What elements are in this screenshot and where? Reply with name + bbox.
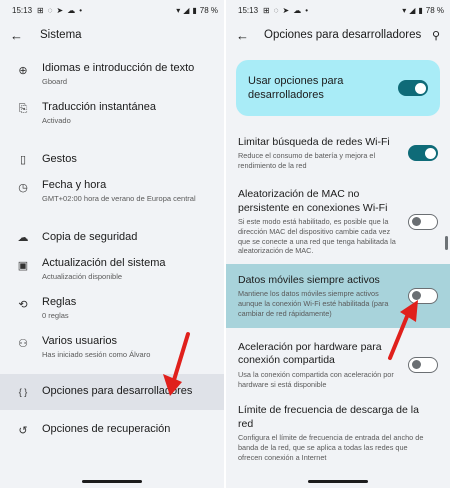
nav-gesture-bar[interactable]	[308, 480, 368, 483]
item-label: Varios usuarios	[42, 335, 117, 347]
item-label: Actualización del sistema	[42, 257, 166, 269]
settings-item-idiomas[interactable]: ⊕ Idiomas e introducción de texto Gboard	[0, 62, 224, 101]
item-label: Opciones de recuperación	[42, 423, 171, 436]
item-label: Reglas	[42, 296, 77, 308]
limitar-wifi-toggle[interactable]	[408, 145, 438, 161]
battery-level: 78 %	[199, 5, 218, 15]
right-screen: 15:13 ⊞ ◌ ➤ ☁ • ▾ ◢ ▮ 78 % ← Opciones pa…	[226, 0, 450, 488]
item-label: Límite de frecuencia de descarga de la r…	[238, 404, 419, 430]
rules-icon: ⟲	[18, 299, 28, 311]
item-sub: Activado	[42, 115, 71, 125]
item-sub: Mantiene los datos móviles siempre activ…	[238, 289, 389, 318]
scrollbar[interactable]	[445, 236, 448, 250]
settings-item-actualizacion[interactable]: ▣ Actualización del sistema Actualizació…	[0, 257, 224, 296]
clock-icon: ◷	[18, 182, 28, 194]
history-icon: ↺	[18, 424, 28, 437]
item-label: Fecha y hora	[42, 179, 107, 191]
signal-icon: ◢	[409, 5, 416, 15]
dot-icon: •	[79, 5, 83, 15]
status-bar: 15:13 ⊞ ◌ ➤ ☁ • ▾ ◢ ▮ 78 %	[226, 0, 450, 20]
whatsapp-icon: ◌	[273, 5, 279, 15]
battery-level: 78 %	[425, 5, 444, 15]
item-label: Idiomas e introducción de texto	[42, 62, 195, 74]
item-sub: Reduce el consumo de batería y mejora el…	[238, 151, 376, 170]
translate-icon: ⎘	[18, 103, 28, 115]
status-time: 15:13	[238, 5, 259, 15]
telegram-icon: ➤	[282, 5, 290, 15]
red-arrow-annotation	[388, 300, 418, 360]
developer-options-banner[interactable]: Usar opciones para desarrolladores	[236, 60, 440, 116]
page-title: Sistema	[40, 29, 82, 41]
item-label: Datos móviles siempre activos	[238, 273, 380, 286]
status-time: 15:13	[12, 5, 33, 15]
dot-icon: •	[305, 5, 309, 15]
red-arrow-annotation	[163, 332, 190, 396]
item-sub: Si este modo está habilitado, es posible…	[238, 217, 396, 256]
item-sub: Gboard	[42, 76, 68, 86]
item-label: Gestos	[42, 152, 77, 165]
system-update-icon: ▣	[17, 260, 29, 272]
item-sub: Actualización disponible	[42, 271, 123, 281]
cloud-upload-icon: ☁	[17, 232, 29, 244]
notification-icons: ⊞ ◌ ➤ ☁ •	[37, 6, 82, 15]
gesture-phone-icon: ▯	[19, 154, 27, 166]
settings-item-recuperacion[interactable]: ↺ Opciones de recuperación	[0, 410, 224, 450]
setting-limitar-wifi[interactable]: Limitar búsqueda de redes Wi-Fi Reduce e…	[226, 132, 450, 174]
settings-item-gestos[interactable]: ▯ Gestos	[0, 140, 224, 179]
item-label: Copia de seguridad	[42, 230, 138, 243]
setting-limite-frecuencia[interactable]: Límite de frecuencia de descarga de la r…	[226, 404, 450, 470]
mac-aleatoria-toggle[interactable]	[408, 214, 438, 230]
wifi-icon: ▾	[176, 5, 181, 15]
braces-icon: { }	[18, 387, 28, 397]
cloud-icon: ☁	[293, 5, 302, 15]
item-label: Limitar búsqueda de redes Wi-Fi	[238, 135, 390, 148]
item-sub: Usa la conexión compartida con aceleraci…	[238, 370, 394, 389]
settings-item-traduccion[interactable]: ⎘ Traducción instantánea Activado	[0, 101, 224, 140]
grid-icon: ⊞	[263, 5, 270, 15]
status-bar: 15:13 ⊞ ◌ ➤ ☁ • ▾ ◢ ▮ 78 %	[0, 0, 224, 20]
search-icon[interactable]: ⚲	[432, 29, 440, 42]
battery-icon: ▮	[418, 5, 423, 15]
settings-item-copia[interactable]: ☁ Copia de seguridad	[0, 218, 224, 257]
left-screen: 15:13 ⊞ ◌ ➤ ☁ • ▾ ◢ ▮ 78 % ← Sistema ⊕ I…	[0, 0, 224, 488]
wifi-icon: ▾	[402, 5, 407, 15]
signal-icon: ◢	[183, 5, 190, 15]
back-arrow-icon[interactable]: ←	[236, 28, 258, 43]
item-label: Traducción instantánea	[42, 101, 156, 113]
app-bar: ← Opciones para desarrolladores ⚲	[226, 20, 450, 50]
telegram-icon: ➤	[56, 5, 64, 15]
item-sub: Has iniciado sesión como Álvaro	[42, 349, 151, 359]
app-bar: ← Sistema	[0, 20, 224, 50]
notification-icons: ⊞ ◌ ➤ ☁ •	[263, 6, 308, 15]
settings-item-fecha[interactable]: ◷ Fecha y hora GMT+02:00 hora de verano …	[0, 179, 224, 218]
back-arrow-icon[interactable]: ←	[10, 28, 32, 43]
item-sub: 0 reglas	[42, 310, 69, 320]
developer-options-toggle[interactable]	[398, 80, 428, 96]
battery-icon: ▮	[192, 5, 197, 15]
page-title: Opciones para desarrolladores	[264, 29, 422, 41]
item-sub: Configura el límite de frecuencia de ent…	[238, 433, 424, 462]
nav-gesture-bar[interactable]	[82, 480, 142, 483]
globe-icon: ⊕	[18, 65, 28, 77]
users-icon: ⚇	[18, 338, 28, 350]
item-label: Aleatorización de MAC no persistente en …	[238, 188, 388, 214]
banner-label: Usar opciones para desarrolladores	[248, 74, 344, 101]
setting-mac-aleatoria[interactable]: Aleatorización de MAC no persistente en …	[226, 184, 450, 260]
cloud-icon: ☁	[67, 5, 76, 15]
item-label: Aceleración por hardware para conexión c…	[238, 340, 382, 367]
item-sub: GMT+02:00 hora de verano de Europa centr…	[42, 193, 196, 203]
whatsapp-icon: ◌	[47, 5, 53, 15]
grid-icon: ⊞	[37, 5, 44, 15]
